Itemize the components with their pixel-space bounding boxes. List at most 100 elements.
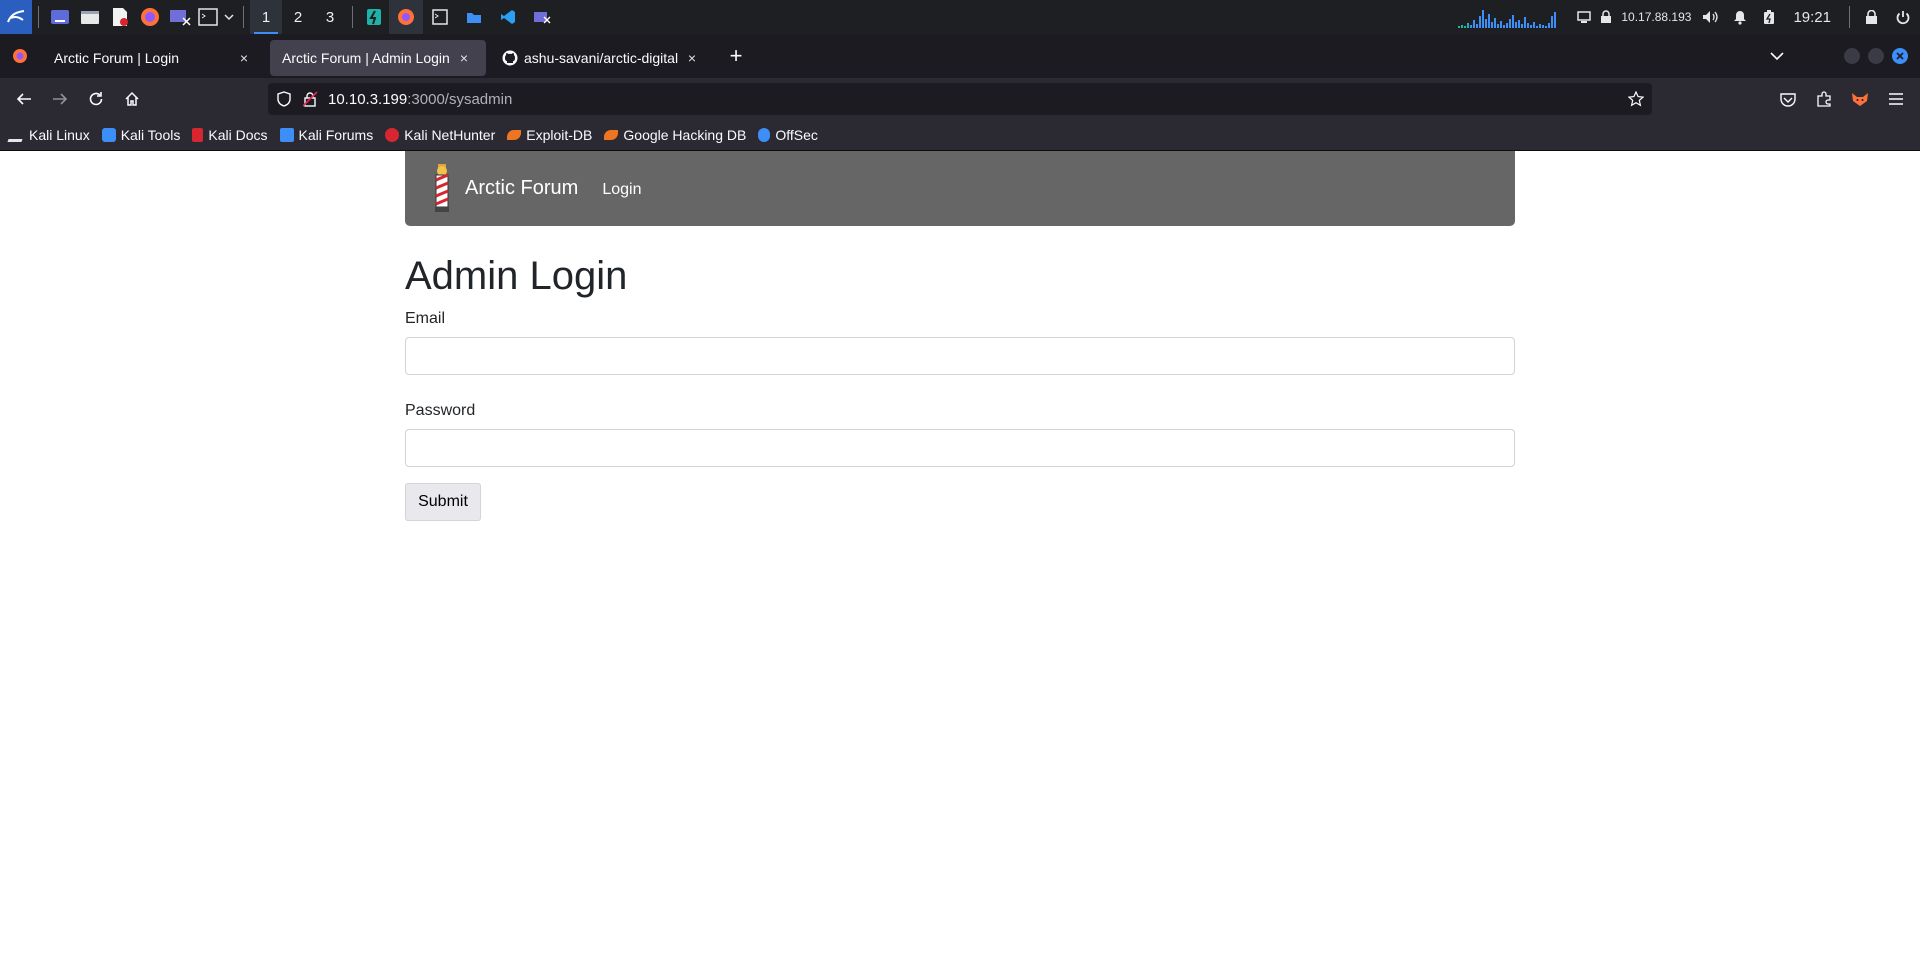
workspace-3[interactable]: 3: [314, 0, 346, 34]
app-menu-button[interactable]: [1878, 81, 1914, 117]
web-page: Arctic Forum Login Admin Login Email Pas…: [0, 151, 1920, 976]
vpn-ip-address: 10.17.88.193: [1621, 10, 1692, 24]
vscode-window-icon[interactable]: [491, 0, 525, 34]
list-all-tabs-icon[interactable]: [1762, 34, 1792, 78]
window-minimize-button[interactable]: [1844, 48, 1860, 64]
back-button[interactable]: [6, 81, 42, 117]
bookmark-kali-tools[interactable]: Kali Tools: [101, 127, 181, 143]
url-bar[interactable]: 10.10.3.199:3000/sysadmin: [268, 83, 1652, 115]
chevron-down-icon[interactable]: [221, 0, 237, 34]
screenshot-tool-icon[interactable]: [165, 0, 195, 34]
system-tray: 10.17.88.193 19:21: [1458, 0, 1920, 34]
notifications-bell-icon[interactable]: [1723, 0, 1757, 34]
insecure-lock-icon[interactable]: [302, 91, 318, 107]
nethunter-icon: [385, 128, 400, 142]
email-field[interactable]: [405, 337, 1515, 375]
site-brand[interactable]: Arctic Forum: [465, 177, 578, 200]
window-close-button[interactable]: [1892, 48, 1908, 64]
arrow-left-icon: [16, 93, 31, 105]
firefox-view-icon[interactable]: [0, 34, 40, 78]
kali-forums-icon: [279, 128, 294, 142]
bookmark-exploit-db[interactable]: Exploit-DB: [507, 127, 592, 143]
bookmark-label: Google Hacking DB: [623, 127, 747, 143]
workspace-1[interactable]: 1: [250, 0, 282, 34]
barber-pole-logo-icon[interactable]: [431, 163, 453, 214]
bookmark-label: Kali Docs: [208, 127, 268, 143]
bookmark-kali-linux[interactable]: Kali Linux: [7, 127, 90, 143]
panel-separator: [38, 6, 39, 28]
fox-icon: [1852, 93, 1868, 106]
system-panel: 1 2 3 10.17.88.193 19:21: [0, 0, 1920, 34]
panel-separator: [243, 6, 244, 28]
tab-arctic-forum-login[interactable]: Arctic Forum | Login ×: [42, 40, 266, 76]
github-icon: [502, 50, 518, 66]
tab-title: Arctic Forum | Admin Login: [282, 50, 450, 66]
new-tab-button[interactable]: +: [718, 38, 754, 74]
shield-icon[interactable]: [276, 91, 292, 107]
volume-icon[interactable]: [1697, 0, 1723, 34]
home-button[interactable]: [114, 81, 150, 117]
extensions-button[interactable]: [1806, 81, 1842, 117]
panel-separator: [1849, 6, 1850, 28]
bookmark-star-icon[interactable]: [1628, 91, 1644, 107]
close-icon: [1896, 52, 1904, 60]
tab-admin-login[interactable]: Arctic Forum | Admin Login ×: [270, 40, 486, 76]
kali-dragon-icon: [7, 128, 27, 142]
bookmark-google-hacking-db[interactable]: Google Hacking DB: [604, 127, 746, 143]
url-path: :3000/sysadmin: [407, 90, 513, 108]
forward-button[interactable]: [42, 81, 78, 117]
logout-icon[interactable]: [1886, 0, 1920, 34]
submit-button[interactable]: Submit: [405, 483, 481, 521]
screenshot-window-icon[interactable]: [525, 0, 559, 34]
email-label: Email: [405, 310, 446, 327]
offsec-icon: [758, 128, 771, 142]
firefox-window-icon[interactable]: [389, 0, 423, 34]
clock[interactable]: 19:21: [1793, 9, 1831, 26]
tab-github-repo[interactable]: ashu-savani/arctic-digital ×: [490, 40, 714, 76]
bookmark-kali-nethunter[interactable]: Kali NetHunter: [385, 127, 495, 143]
pocket-button[interactable]: [1770, 81, 1806, 117]
bookmark-kali-forums[interactable]: Kali Forums: [279, 127, 373, 143]
kali-menu-icon[interactable]: [0, 0, 32, 34]
pocket-icon: [1780, 92, 1796, 107]
tab-close-icon[interactable]: ×: [682, 50, 702, 66]
window-maximize-button[interactable]: [1868, 48, 1884, 64]
panel-separator: [352, 6, 353, 28]
nav-login-link[interactable]: Login: [602, 181, 641, 199]
folder-window-icon[interactable]: [457, 0, 491, 34]
vpn-lock-icon[interactable]: [1597, 0, 1615, 34]
battery-icon[interactable]: [1757, 0, 1781, 34]
terminal-launcher-icon[interactable]: [195, 0, 221, 34]
bookmark-label: Kali NetHunter: [404, 127, 496, 143]
browser-tab-bar: Arctic Forum | Login × Arctic Forum | Ad…: [0, 34, 1920, 78]
show-desktop-icon[interactable]: [45, 0, 75, 34]
url-text[interactable]: 10.10.3.199:3000/sysadmin: [328, 91, 512, 108]
bookmark-label: OffSec: [775, 127, 818, 143]
arrow-right-icon: [53, 93, 68, 105]
password-field[interactable]: [405, 429, 1515, 467]
foxyproxy-button[interactable]: [1842, 81, 1878, 117]
text-editor-icon[interactable]: [105, 0, 135, 34]
bookmark-label: Kali Tools: [120, 127, 181, 143]
tab-close-icon[interactable]: ×: [234, 50, 254, 66]
kali-docs-icon: [192, 128, 204, 142]
workspace-2[interactable]: 2: [282, 0, 314, 34]
navigation-toolbar: 10.10.3.199:3000/sysadmin: [0, 78, 1920, 120]
bookmark-label: Kali Linux: [29, 127, 90, 143]
display-icon[interactable]: [1571, 0, 1597, 34]
hamburger-icon: [1889, 93, 1903, 105]
terminal-window-icon[interactable]: [423, 0, 457, 34]
firefox-launcher-icon[interactable]: [135, 0, 165, 34]
file-manager-icon[interactable]: [75, 0, 105, 34]
app-window-icon[interactable]: [359, 0, 389, 34]
tab-close-icon[interactable]: ×: [454, 50, 474, 66]
lock-screen-icon[interactable]: [1856, 0, 1886, 34]
admin-login-form: Admin Login Email Password Submit: [405, 249, 1515, 521]
bookmark-kali-docs[interactable]: Kali Docs: [192, 127, 268, 143]
reload-button[interactable]: [78, 81, 114, 117]
bookmark-offsec[interactable]: OffSec: [758, 127, 818, 143]
page-title: Admin Login: [405, 254, 628, 298]
tab-title: Arctic Forum | Login: [54, 50, 180, 66]
reload-icon: [89, 92, 103, 106]
home-icon: [125, 91, 139, 106]
